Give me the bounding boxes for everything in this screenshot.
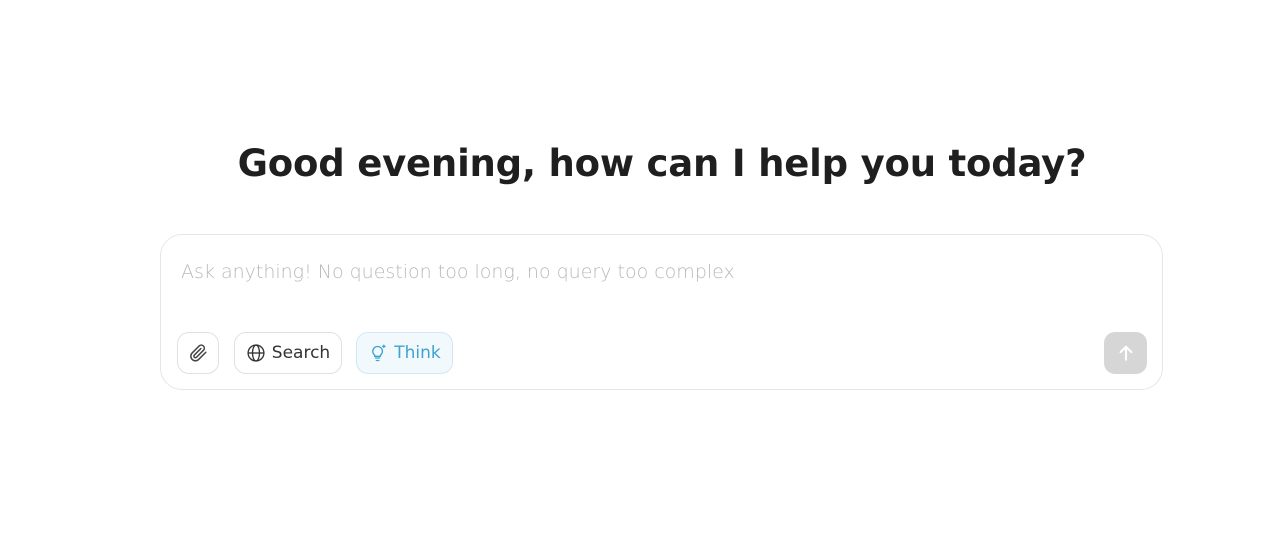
- attach-button[interactable]: [177, 332, 219, 374]
- greeting-heading: Good evening, how can I help you today?: [237, 142, 1087, 185]
- lightbulb-sparkle-icon: [368, 343, 388, 363]
- arrow-up-icon: [1116, 343, 1136, 363]
- search-button[interactable]: Search: [234, 332, 342, 374]
- paperclip-icon: [188, 343, 208, 363]
- page: Good evening, how can I help you today? …: [0, 0, 1280, 543]
- chat-composer: Search Think: [160, 234, 1163, 390]
- think-button[interactable]: Think: [356, 332, 453, 374]
- send-button[interactable]: [1104, 332, 1147, 374]
- globe-icon: [246, 343, 266, 363]
- search-button-label: Search: [271, 343, 331, 363]
- think-button-label: Think: [394, 343, 441, 363]
- prompt-input[interactable]: [181, 257, 1081, 287]
